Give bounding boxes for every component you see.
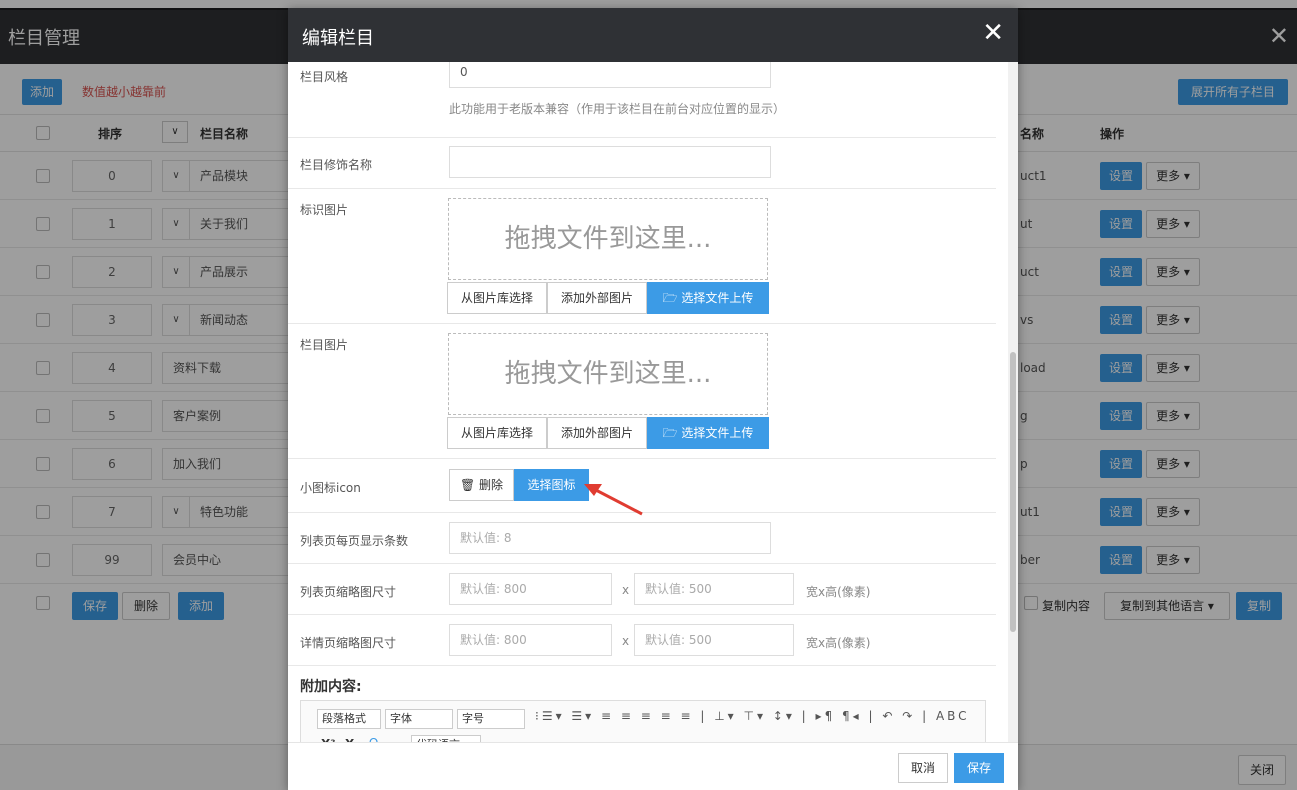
form-row-list-thumb: 列表页缩略图尺寸 默认值: 800 x 默认值: 500 宽x高(像素) [288, 564, 996, 615]
logo-upload-label: 选择文件上传 [681, 291, 754, 305]
modal-header: 编辑栏目 ✕ [288, 8, 1018, 62]
form-row-logo-image: 标识图片 拖拽文件到这里... 从图片库选择 添加外部图片 🗁 选择文件上传 [288, 189, 996, 324]
logo-from-library-button[interactable]: 从图片库选择 [447, 282, 547, 314]
form-row-style: 栏目风格 0 此功能用于老版本兼容（作用于该栏目在前台对应位置的显示） [288, 62, 996, 138]
small-icon-label: 小图标icon [300, 481, 361, 495]
decor-name-label: 栏目修饰名称 [300, 158, 373, 172]
list-thumb-unit: 宽x高(像素) [806, 585, 871, 599]
list-thumb-height-input[interactable]: 默认值: 500 [634, 573, 794, 605]
list-thumb-label: 列表页缩略图尺寸 [300, 585, 397, 599]
list-thumb-x: x [622, 583, 630, 597]
logo-upload-button[interactable]: 🗁 选择文件上传 [647, 282, 769, 314]
delete-icon-button[interactable]: 🗑 删除 [449, 469, 514, 501]
form-row-detail-thumb: 详情页缩略图尺寸 默认值: 800 x 默认值: 500 宽x高(像素) [288, 615, 996, 666]
detail-thumb-unit: 宽x高(像素) [806, 636, 871, 650]
form-row-decor-name: 栏目修饰名称 [288, 138, 996, 189]
detail-thumb-height-input[interactable]: 默认值: 500 [634, 624, 794, 656]
modal-save-button[interactable]: 保存 [954, 753, 1004, 783]
delete-icon-label: 删除 [479, 478, 504, 492]
font-select[interactable]: 字体 [385, 709, 453, 729]
scrollbar-thumb[interactable] [1010, 352, 1016, 632]
logo-image-label: 标识图片 [300, 203, 349, 217]
detail-thumb-width-input[interactable]: 默认值: 800 [449, 624, 612, 656]
column-image-from-library-button[interactable]: 从图片库选择 [447, 417, 547, 449]
modal-body: 栏目风格 0 此功能用于老版本兼容（作用于该栏目在前台对应位置的显示） 栏目修饰… [288, 62, 1008, 742]
style-label: 栏目风格 [300, 70, 349, 84]
list-count-input[interactable]: 默认值: 8 [449, 522, 771, 554]
folder-open-icon: 🗁 [662, 426, 682, 440]
modal-footer: 取消 保存 [288, 742, 1018, 790]
modal-scrollbar[interactable] [1008, 62, 1018, 752]
column-image-external-button[interactable]: 添加外部图片 [547, 417, 647, 449]
column-image-upload-label: 选择文件上传 [681, 426, 754, 440]
edit-column-modal: 编辑栏目 ✕ 栏目风格 0 此功能用于老版本兼容（作用于该栏目在前台对应位置的显… [288, 8, 1018, 790]
column-image-label: 栏目图片 [300, 338, 349, 352]
list-count-label: 列表页每页显示条数 [300, 534, 409, 548]
modal-title: 编辑栏目 [302, 28, 374, 49]
form-row-list-count: 列表页每页显示条数 默认值: 8 [288, 513, 996, 564]
style-input[interactable]: 0 [449, 62, 771, 88]
cancel-button[interactable]: 取消 [898, 753, 948, 783]
logo-external-image-button[interactable]: 添加外部图片 [547, 282, 647, 314]
folder-open-icon: 🗁 [662, 291, 682, 305]
font-size-select[interactable]: 字号 [457, 709, 525, 729]
column-image-dropzone[interactable]: 拖拽文件到这里... [448, 333, 768, 415]
close-icon[interactable]: ✕ [982, 18, 1004, 48]
paragraph-format-select[interactable]: 段落格式 [317, 709, 381, 729]
detail-thumb-x: x [622, 634, 630, 648]
trash-icon: 🗑 [459, 478, 480, 492]
style-hint: 此功能用于老版本兼容（作用于该栏目在前台对应位置的显示） [449, 102, 786, 116]
logo-dropzone[interactable]: 拖拽文件到这里... [448, 198, 768, 280]
column-image-upload-button[interactable]: 🗁 选择文件上传 [647, 417, 769, 449]
extra-content-title: 附加内容: [300, 679, 362, 695]
list-thumb-width-input[interactable]: 默认值: 800 [449, 573, 612, 605]
detail-thumb-label: 详情页缩略图尺寸 [300, 636, 397, 650]
editor-format-icons[interactable]: ⁝☰▾ ☰▾ ≡ ≡ ≡ ≡ ≡ | ⊥▾ ⊤▾ ↕▾ | ▸¶ ¶◂ | ↶ … [535, 709, 970, 723]
form-row-column-image: 栏目图片 拖拽文件到这里... 从图片库选择 添加外部图片 🗁 选择文件上传 [288, 324, 996, 459]
annotation-arrow-icon [584, 484, 643, 516]
decor-name-input[interactable] [449, 146, 771, 178]
